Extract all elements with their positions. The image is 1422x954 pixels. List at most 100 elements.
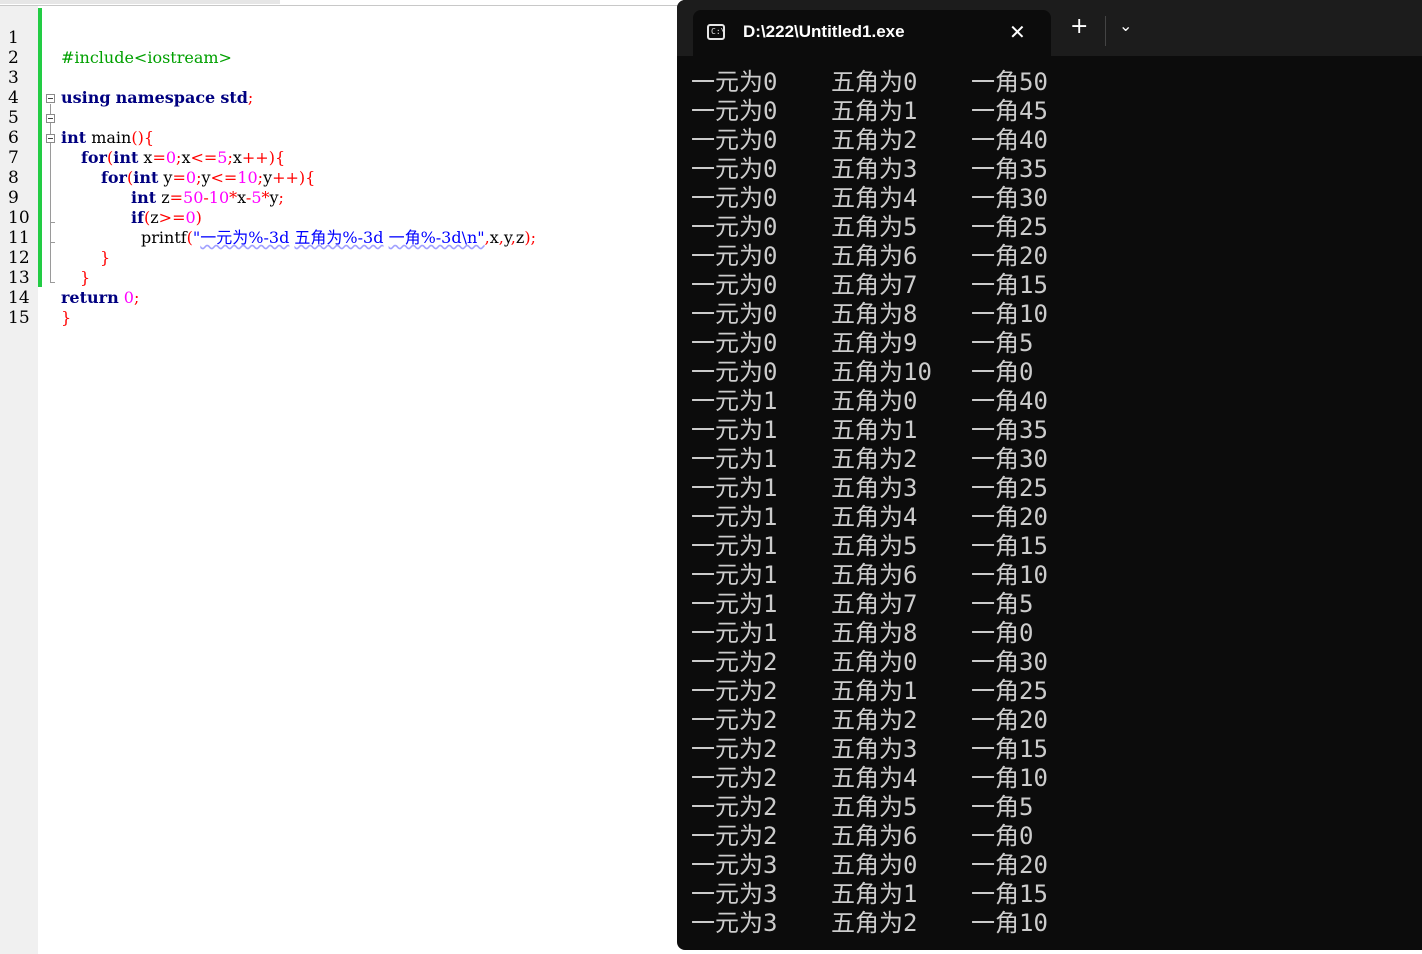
wujiao-count: 五角为1 — [831, 97, 918, 125]
new-tab-icon[interactable]: + — [1070, 16, 1088, 38]
yijiao-count: 一角20 — [971, 706, 1048, 734]
code-line[interactable]: 12 } — [0, 228, 678, 287]
line-number: 15 — [8, 308, 30, 328]
wujiao-count: 五角为0 — [831, 851, 918, 879]
yuan-count: 一元为0 — [691, 213, 778, 241]
yuan-count: 一元为1 — [691, 387, 778, 415]
yuan-count: 一元为0 — [691, 184, 778, 212]
editor-top-border — [0, 0, 678, 6]
yijiao-count: 一角45 — [971, 97, 1048, 125]
yijiao-count: 一角40 — [971, 126, 1048, 154]
yuan-count: 一元为1 — [691, 416, 778, 444]
code-line[interactable]: 10 printf("一元为%-3d 五角为%-3d 一角%-3d\n",x,y… — [0, 188, 678, 247]
yuan-count: 一元为2 — [691, 764, 778, 792]
wujiao-count: 五角为4 — [831, 184, 918, 212]
yijiao-count: 一角10 — [971, 764, 1048, 792]
yuan-count: 一元为1 — [691, 619, 778, 647]
yijiao-count: 一角0 — [971, 822, 1034, 850]
yuan-count: 一元为3 — [691, 880, 778, 908]
editor-tab-strip — [0, 0, 280, 4]
code-line[interactable]: 4 — [0, 68, 678, 108]
wujiao-count: 五角为8 — [831, 619, 918, 647]
yuan-count: 一元为0 — [691, 97, 778, 125]
yuan-count: 一元为3 — [691, 909, 778, 937]
yuan-count: 一元为0 — [691, 126, 778, 154]
code-line[interactable]: 11 } — [0, 208, 678, 267]
wujiao-count: 五角为2 — [831, 909, 918, 937]
code-line[interactable]: 6 for(int x=0;x<=5;x++){ — [0, 108, 678, 167]
code-line[interactable]: 9 if(z>=0) — [0, 168, 678, 227]
yijiao-count: 一角10 — [971, 909, 1048, 937]
wujiao-count: 五角为4 — [831, 503, 918, 531]
wujiao-count: 五角为5 — [831, 532, 918, 560]
wujiao-count: 五角为7 — [831, 590, 918, 618]
code-line[interactable]: 13 return 0; — [0, 248, 678, 307]
yuan-count: 一元为2 — [691, 822, 778, 850]
wujiao-count: 五角为1 — [831, 677, 918, 705]
code-line[interactable]: 7 for(int y=0;y<=10;y++){ — [0, 128, 678, 187]
yijiao-count: 一角15 — [971, 271, 1048, 299]
wujiao-count: 五角为0 — [831, 648, 918, 676]
wujiao-count: 五角为8 — [831, 300, 918, 328]
yijiao-count: 一角30 — [971, 184, 1048, 212]
wujiao-count: 五角为5 — [831, 213, 918, 241]
wujiao-count: 五角为4 — [831, 764, 918, 792]
yuan-count: 一元为0 — [691, 300, 778, 328]
yuan-count: 一元为0 — [691, 329, 778, 357]
yijiao-count: 一角5 — [971, 793, 1034, 821]
code-line[interactable]: 2 — [0, 28, 678, 68]
chevron-down-icon[interactable]: ⌄ — [1119, 16, 1132, 35]
tab-separator — [1105, 16, 1106, 46]
yijiao-count: 一角20 — [971, 503, 1048, 531]
code-line[interactable]: 15 — [0, 288, 678, 328]
yuan-count: 一元为2 — [691, 706, 778, 734]
code-line[interactable]: 8 int z=50-10*x-5*y; — [0, 148, 678, 207]
yuan-count: 一元为3 — [691, 851, 778, 879]
yijiao-count: 一角25 — [971, 213, 1048, 241]
wujiao-count: 五角为2 — [831, 706, 918, 734]
terminal-tab-bar: C:\ D:\222\Untitled1.exe ✕ + ⌄ — [677, 0, 1422, 56]
yijiao-count: 一角25 — [971, 677, 1048, 705]
wujiao-count: 五角为6 — [831, 242, 918, 270]
wujiao-count: 五角为3 — [831, 474, 918, 502]
code-lines[interactable]: 1 #include<iostream> 2 3 using namespace… — [0, 8, 678, 328]
yijiao-count: 一角30 — [971, 445, 1048, 473]
yuan-count: 一元为0 — [691, 242, 778, 270]
yijiao-count: 一角50 — [971, 68, 1048, 96]
yijiao-count: 一角5 — [971, 590, 1034, 618]
yuan-count: 一元为2 — [691, 793, 778, 821]
yijiao-count: 一角35 — [971, 416, 1048, 444]
wujiao-count: 五角为1 — [831, 880, 918, 908]
yuan-count: 一元为0 — [691, 68, 778, 96]
wujiao-count: 五角为0 — [831, 387, 918, 415]
code-line[interactable]: 3 using namespace std; — [0, 48, 678, 107]
code-line[interactable]: 14 } — [0, 268, 678, 327]
yijiao-count: 一角15 — [971, 735, 1048, 763]
code-line[interactable]: 1 #include<iostream> — [0, 8, 678, 67]
close-tab-icon[interactable]: ✕ — [1009, 20, 1026, 44]
wujiao-count: 五角为6 — [831, 561, 918, 589]
wujiao-count: 五角为5 — [831, 793, 918, 821]
operator: } — [61, 308, 72, 327]
code-editor[interactable]: 1 #include<iostream> 2 3 using namespace… — [0, 0, 678, 954]
yuan-count: 一元为1 — [691, 503, 778, 531]
yijiao-count: 一角0 — [971, 358, 1034, 386]
wujiao-count: 五角为9 — [831, 329, 918, 357]
terminal-tab[interactable]: C:\ D:\222\Untitled1.exe ✕ — [693, 10, 1051, 56]
code-line[interactable]: 5 int main(){ — [0, 88, 678, 147]
console-app-icon: C:\ — [707, 24, 725, 40]
wujiao-count: 五角为2 — [831, 126, 918, 154]
wujiao-count: 五角为2 — [831, 445, 918, 473]
yijiao-count: 一角40 — [971, 387, 1048, 415]
yuan-count: 一元为0 — [691, 155, 778, 183]
yijiao-count: 一角30 — [971, 648, 1048, 676]
yuan-count: 一元为1 — [691, 532, 778, 560]
yuan-count: 一元为0 — [691, 271, 778, 299]
yijiao-count: 一角15 — [971, 532, 1048, 560]
yijiao-count: 一角10 — [971, 300, 1048, 328]
terminal-window[interactable]: C:\ D:\222\Untitled1.exe ✕ + ⌄ 一元为0 五角为0 一… — [677, 0, 1422, 950]
yijiao-count: 一角10 — [971, 561, 1048, 589]
yijiao-count: 一角35 — [971, 155, 1048, 183]
wujiao-count: 五角为6 — [831, 822, 918, 850]
yuan-count: 一元为2 — [691, 735, 778, 763]
